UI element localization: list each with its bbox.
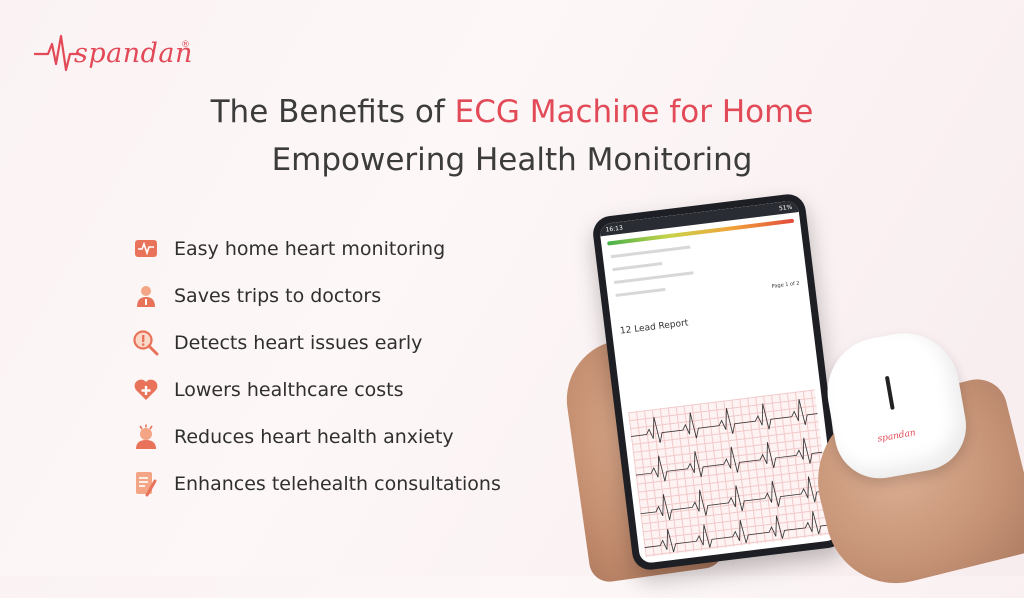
- benefit-label: Enhances telehealth consultations: [174, 472, 501, 495]
- benefit-item: Easy home heart monitoring: [132, 225, 501, 272]
- benefit-label: Easy home heart monitoring: [174, 237, 446, 260]
- report-line: [615, 287, 666, 297]
- device-sensor-slot: [884, 375, 895, 410]
- benefit-item: Enhances telehealth consultations: [132, 460, 501, 507]
- heading-prefix: The Benefits of: [210, 94, 455, 130]
- brand-registered-mark: ®: [181, 40, 190, 50]
- phone-screen: 16:13 51% Page 1 of 2 12 Lead Report: [598, 200, 840, 564]
- benefit-label: Detects heart issues early: [174, 331, 423, 354]
- benefit-label: Lowers healthcare costs: [174, 378, 404, 401]
- stress-person-icon: [132, 423, 160, 451]
- status-battery: 51%: [778, 203, 793, 212]
- magnifier-icon: [132, 329, 160, 357]
- heading-line-2: Empowering Health Monitoring: [271, 142, 753, 178]
- report-page-label: Page 1 of 2: [771, 280, 800, 290]
- heading-line-1: The Benefits of ECG Machine for Home: [0, 88, 1024, 136]
- report-line: [613, 271, 694, 285]
- benefit-item: Detects heart issues early: [132, 319, 501, 366]
- heart-monitor-icon: [132, 235, 160, 263]
- benefit-item: Saves trips to doctors: [132, 272, 501, 319]
- ecg-grid: [628, 389, 833, 558]
- heading-highlight: ECG Machine for Home: [454, 94, 814, 130]
- report-line: [612, 262, 663, 272]
- device-logo-text: spandan: [876, 428, 917, 445]
- report-line: [610, 245, 691, 259]
- report-title: 12 Lead Report: [619, 318, 689, 337]
- benefit-item: Reduces heart health anxiety: [132, 413, 501, 460]
- document-pen-icon: [132, 470, 160, 498]
- page-heading: The Benefits of ECG Machine for Home Emp…: [0, 88, 1024, 184]
- benefit-item: Lowers healthcare costs: [132, 366, 501, 413]
- ecg-trace-icon: [630, 399, 832, 552]
- benefits-list: Easy home heart monitoring Saves trips t…: [132, 225, 501, 507]
- heart-plus-icon: [132, 376, 160, 404]
- benefit-label: Saves trips to doctors: [174, 284, 382, 307]
- benefit-label: Reduces heart health anxiety: [174, 425, 454, 448]
- doctor-icon: [132, 282, 160, 310]
- status-time: 16:13: [605, 224, 624, 234]
- brand-logo-text: spandan: [74, 38, 193, 69]
- phone-mockup: 16:13 51% Page 1 of 2 12 Lead Report: [591, 192, 847, 572]
